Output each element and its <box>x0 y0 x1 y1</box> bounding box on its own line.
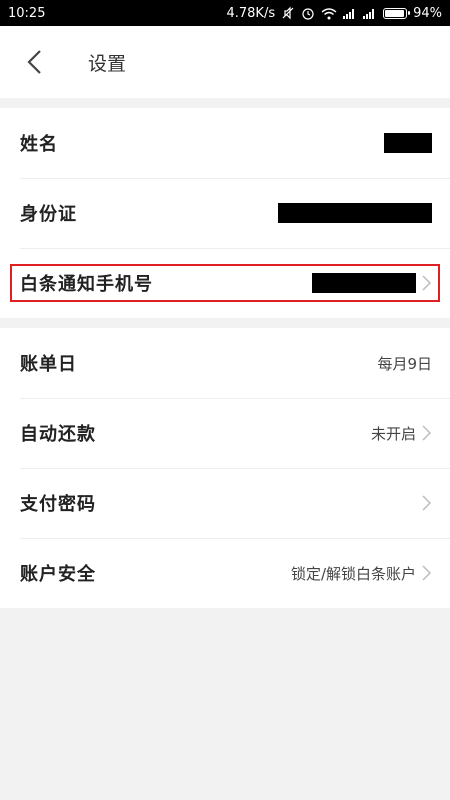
mute-icon <box>281 6 295 20</box>
redacted-phone-number <box>312 273 416 293</box>
signal-icon <box>363 7 377 19</box>
signal-icon <box>343 7 357 19</box>
autopay-value: 未开启 <box>370 424 416 443</box>
id-card-label: 身份证 <box>20 204 77 225</box>
back-icon <box>27 50 41 74</box>
bill-day-label: 账单日 <box>20 354 77 375</box>
net-speed: 4.78K/s <box>226 5 276 21</box>
row-id-card: 身份证 <box>0 178 450 248</box>
row-autopay[interactable]: 自动还款 未开启 <box>0 398 450 468</box>
status-bar: 10:25 4.78K/s 94% <box>0 0 450 26</box>
name-label: 姓名 <box>20 134 58 155</box>
row-account-security[interactable]: 账户安全 锁定/解锁白条账户 <box>0 538 450 608</box>
autopay-label: 自动还款 <box>20 424 96 445</box>
chevron-right-icon <box>422 495 432 511</box>
battery-icon <box>383 7 411 19</box>
redacted-name <box>384 133 432 153</box>
row-payment-password[interactable]: 支付密码 <box>0 468 450 538</box>
chevron-right-icon <box>422 565 432 581</box>
payment-password-label: 支付密码 <box>20 494 96 515</box>
page-header: 设置 <box>0 26 450 98</box>
redacted-id-number <box>278 203 432 223</box>
chevron-right-icon <box>422 425 432 441</box>
alarm-icon <box>301 6 315 20</box>
page-title: 设置 <box>88 52 127 75</box>
settings-group: 账单日 每月9日 自动还款 未开启 支付密码 账户安全 锁定/解锁白条账户 <box>0 328 450 608</box>
row-bill-day: 账单日 每月9日 <box>0 328 450 398</box>
bill-day-value: 每月9日 <box>377 354 432 373</box>
row-name: 姓名 <box>0 108 450 178</box>
status-time: 10:25 <box>8 5 46 21</box>
notify-phone-label: 白条通知手机号 <box>20 274 153 295</box>
row-notify-phone[interactable]: 白条通知手机号 <box>0 248 450 318</box>
account-security-label: 账户安全 <box>20 564 96 585</box>
back-button[interactable] <box>26 44 54 80</box>
account-security-value: 锁定/解锁白条账户 <box>290 564 416 583</box>
battery-percent: 94% <box>413 5 442 21</box>
identity-group: 姓名 身份证 白条通知手机号 <box>0 108 450 318</box>
wifi-icon <box>321 7 337 20</box>
status-icons: 4.78K/s 94% <box>226 6 442 21</box>
chevron-right-icon <box>422 275 432 291</box>
